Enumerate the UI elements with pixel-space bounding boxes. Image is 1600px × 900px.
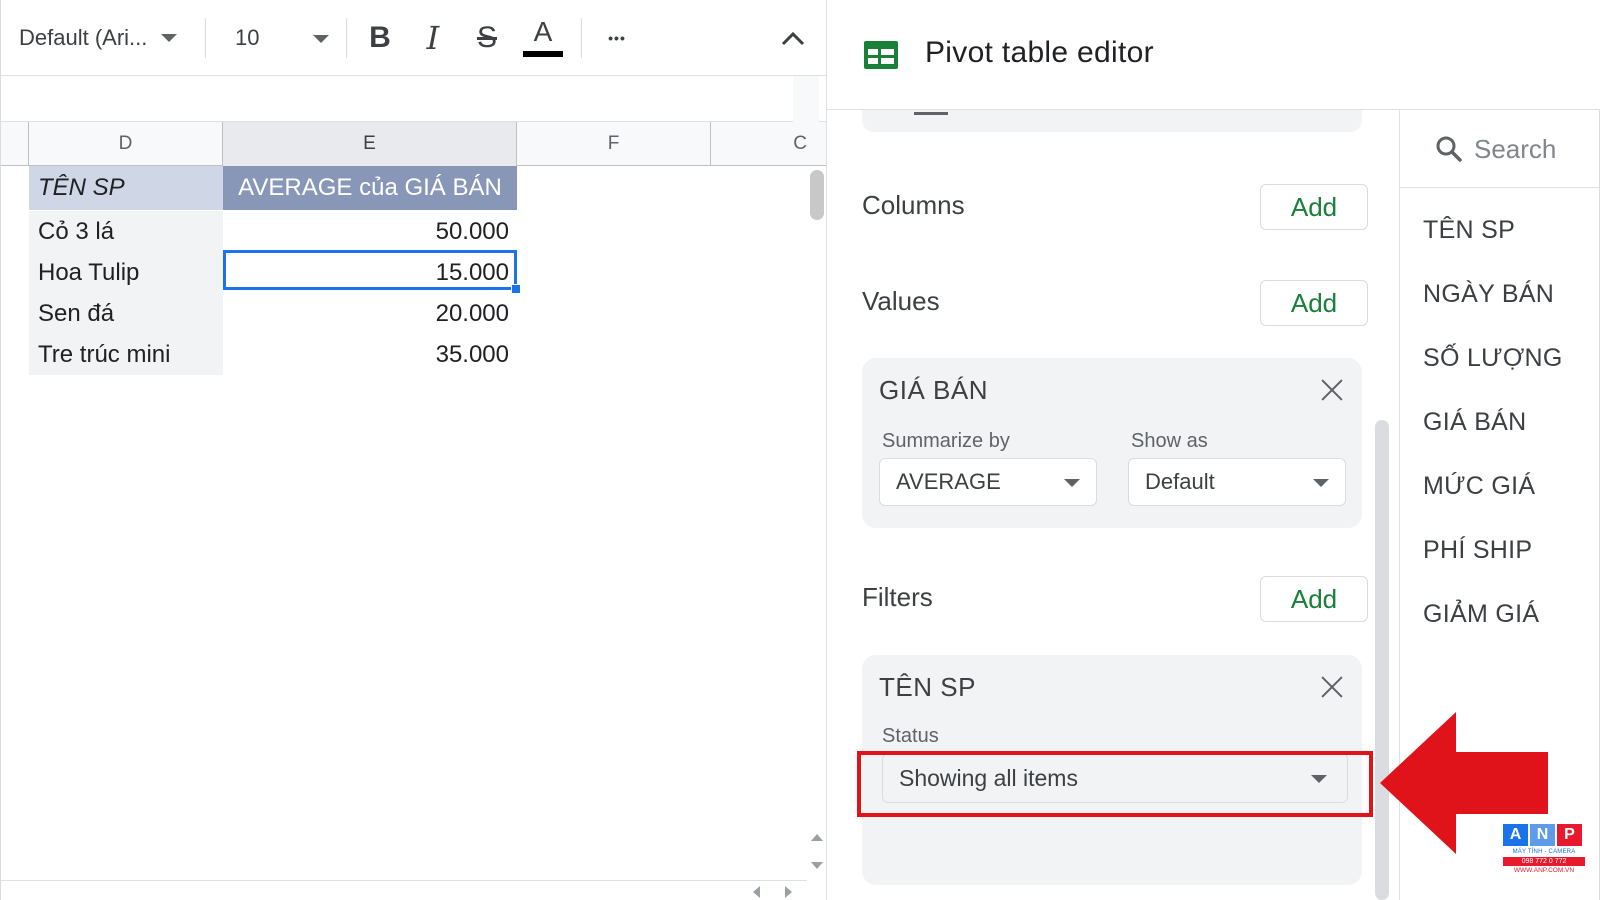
pivot-row-label[interactable]: Sen đá (29, 293, 223, 334)
summarize-by-label: Summarize by (882, 430, 1010, 452)
bold-icon: B (369, 21, 391, 54)
column-header-e[interactable]: E (223, 122, 517, 166)
font-family-dropdown[interactable]: Default (Ari... (19, 14, 189, 62)
field-item[interactable]: GIẢM GIÁ (1423, 600, 1539, 629)
search-placeholder: Search (1474, 134, 1557, 164)
watermark-phone: 098 772 0 772 (1503, 857, 1585, 866)
rows-card-partial (862, 110, 1362, 132)
pivot-row-value[interactable]: 50.000 (223, 211, 517, 252)
sheets-table-icon (864, 41, 898, 69)
scroll-down-icon[interactable] (811, 862, 823, 869)
font-size-value: 10 (235, 25, 260, 50)
pivot-value-header[interactable]: AVERAGE của GIÁ BÁN (223, 166, 517, 210)
toolbar-divider (205, 18, 206, 58)
watermark-letter: N (1530, 824, 1555, 846)
field-item[interactable]: TÊN SP (1423, 216, 1515, 245)
filter-field-title: TÊN SP (879, 672, 976, 702)
editor-header: Pivot table editor (827, 0, 1600, 110)
editor-title: Pivot table editor (925, 36, 1154, 69)
add-filter-button[interactable]: Add (1260, 576, 1368, 622)
row-header-corner[interactable] (1, 122, 29, 166)
value-field-title: GIÁ BÁN (879, 375, 988, 405)
pivot-row-value[interactable]: 20.000 (223, 293, 517, 334)
anp-watermark-logo: A N P MÁY TÍNH - CAMERA 098 772 0 772 WW… (1503, 824, 1585, 884)
card-icon-fragment (914, 112, 948, 115)
formula-bar[interactable] (1, 76, 826, 122)
search-icon (1436, 136, 1462, 162)
fill-handle[interactable] (511, 284, 521, 294)
pivot-row-value[interactable]: 35.000 (223, 334, 517, 375)
field-item[interactable]: SỐ LƯỢNG (1423, 344, 1563, 373)
toolbar-divider (346, 18, 347, 58)
scroll-left-icon[interactable] (753, 886, 760, 898)
watermark-letter: P (1557, 824, 1582, 846)
pivot-row-label[interactable]: Hoa Tulip (29, 252, 223, 293)
more-button[interactable]: ••• (595, 14, 639, 62)
scrollbar-thumb[interactable] (810, 170, 824, 220)
more-icon: ••• (608, 30, 626, 46)
bold-button[interactable]: B (358, 14, 402, 62)
toolbar-divider (581, 18, 582, 58)
close-icon[interactable] (1320, 675, 1344, 699)
show-as-select[interactable]: Default (1128, 458, 1346, 506)
font-size-dropdown[interactable]: 10 (235, 14, 335, 62)
values-section-label: Values (862, 286, 940, 316)
strikethrough-icon: S (476, 21, 497, 54)
text-color-button[interactable]: A (521, 14, 565, 62)
column-header-d[interactable]: D (29, 122, 223, 166)
value-field-card: GIÁ BÁN Summarize by AVERAGE Show as Def… (862, 358, 1362, 528)
cell-grid[interactable]: TÊN SP AVERAGE của GIÁ BÁN Cỏ 3 lá 50.00… (1, 166, 826, 886)
show-as-value: Default (1145, 469, 1215, 494)
chevron-down-icon (1064, 479, 1080, 487)
highlight-box (857, 751, 1373, 817)
field-item[interactable]: NGÀY BÁN (1423, 280, 1554, 309)
chevron-down-icon (161, 34, 178, 42)
summarize-by-select[interactable]: AVERAGE (879, 458, 1097, 506)
column-headers: D E F C (1, 122, 826, 166)
formula-bar-scroll (793, 76, 819, 122)
add-column-button[interactable]: Add (1260, 184, 1368, 230)
field-item[interactable]: PHÍ SHIP (1423, 536, 1532, 565)
active-cell-outline (223, 250, 517, 290)
field-item[interactable]: MỨC GIÁ (1423, 472, 1535, 501)
field-item[interactable]: GIÁ BÁN (1423, 408, 1527, 437)
add-value-button[interactable]: Add (1260, 280, 1368, 326)
sheet-horizontal-scrollbar[interactable] (1, 880, 807, 900)
watermark-letters: A N P (1503, 824, 1585, 846)
pivot-row-label[interactable]: Tre trúc mini (29, 334, 223, 375)
strikethrough-button[interactable]: S (465, 14, 509, 62)
formatting-toolbar: Default (Ari... 10 B I S A ••• (1, 0, 826, 76)
chevron-down-icon (313, 35, 329, 43)
scroll-right-icon[interactable] (785, 886, 792, 898)
field-search[interactable]: Search (1400, 110, 1600, 188)
collapse-toolbar-button[interactable] (771, 14, 815, 62)
column-header-next[interactable]: C (711, 122, 807, 166)
column-header-f[interactable]: F (517, 122, 711, 166)
pivot-row-label[interactable]: Cỏ 3 lá (29, 211, 223, 252)
summarize-by-value: AVERAGE (896, 469, 1001, 494)
pivot-row-header[interactable]: TÊN SP (29, 166, 223, 210)
filters-section-label: Filters (862, 582, 933, 612)
text-color-icon: A (533, 16, 553, 47)
watermark-letter: A (1503, 824, 1528, 846)
spreadsheet-panel: Default (Ari... 10 B I S A ••• D E F C T… (0, 0, 826, 900)
columns-section-label: Columns (862, 190, 965, 220)
scroll-up-icon[interactable] (811, 834, 823, 841)
text-color-swatch (523, 51, 563, 57)
chevron-up-icon (781, 31, 805, 46)
status-label: Status (882, 725, 939, 747)
close-icon[interactable] (1320, 378, 1344, 402)
watermark-subtitle: MÁY TÍNH - CAMERA (1512, 849, 1576, 855)
italic-icon: I (426, 19, 440, 57)
chevron-down-icon (1313, 479, 1329, 487)
font-family-value: Default (Ari... (19, 25, 148, 50)
show-as-label: Show as (1131, 430, 1208, 452)
italic-button[interactable]: I (411, 14, 455, 62)
sheet-vertical-scrollbar[interactable] (806, 166, 826, 876)
watermark-site: WWW.ANP.COM.VN (1513, 867, 1575, 874)
